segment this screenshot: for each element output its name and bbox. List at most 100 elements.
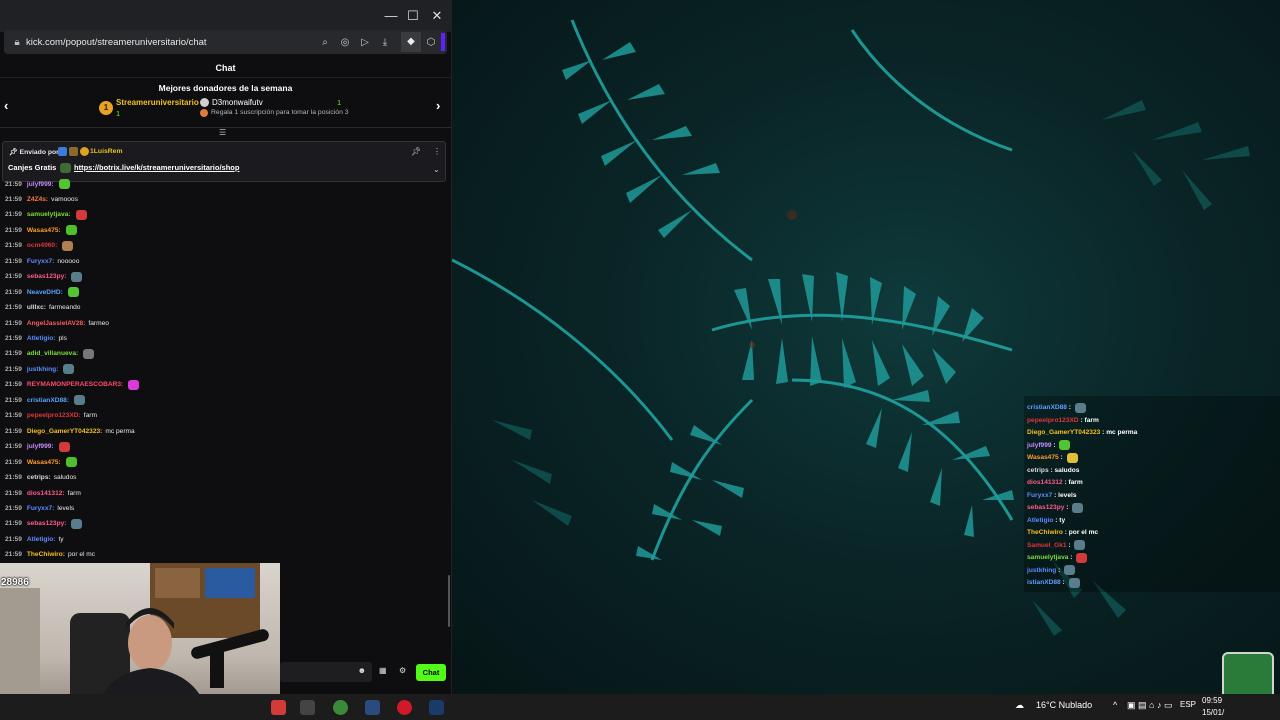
url-text[interactable]: kick.com/popout/streameruniversitario/ch… [26, 37, 315, 48]
overlay-username: cristianXD88 [1027, 404, 1067, 411]
emote-icon [1068, 577, 1080, 588]
message-username[interactable]: julyf999: [27, 443, 54, 450]
download-icon[interactable]: ⤓ [375, 37, 395, 48]
emote-icon [71, 518, 83, 529]
chat-message: 21:59 NeaveDHD: [5, 286, 79, 298]
chevron-up-icon[interactable]: ^ [1113, 700, 1117, 710]
message-username[interactable]: adid_villanueva: [27, 350, 78, 357]
message-username[interactable]: Wasas475: [27, 459, 61, 466]
scrollbar[interactable] [448, 575, 450, 627]
message-username[interactable]: Diego_GamerYT042323: [27, 428, 103, 435]
message-username[interactable]: cetrips: [27, 474, 51, 481]
message-text: saludos [53, 474, 77, 482]
gift-button-icon[interactable]: ▦ [379, 666, 387, 675]
chat-message: 21:59 Z4Z4s: vamooos [5, 193, 78, 205]
message-username[interactable]: sebas123py: [27, 520, 67, 527]
clock-date[interactable]: 15/01/ [1202, 708, 1224, 717]
message-username[interactable]: pepeelpro123XD: [27, 412, 81, 419]
overlay-chat-message: samuelytjava : [1027, 552, 1088, 563]
overlay-separator: : [1051, 441, 1058, 449]
badge-icon [69, 147, 78, 156]
message-time: 21:59 [5, 211, 22, 219]
second-donor-count: 1 [337, 98, 342, 107]
badge-icon [80, 147, 89, 156]
gear-icon[interactable]: ⚙ [399, 666, 406, 675]
address-bar[interactable]: 🔒︎ kick.com/popout/streameruniversitario… [4, 30, 447, 54]
overlay-chat-message: TheChiwiro : por el mc [1027, 527, 1098, 538]
tray-icons[interactable]: ▣ ▤ ⌂ ♪ ▭ [1127, 700, 1172, 711]
message-username[interactable]: Furyxx7: [27, 505, 55, 512]
drag-handle-icon[interactable]: ☰ [219, 128, 226, 137]
emoji-icon[interactable]: ☻ [358, 666, 366, 675]
app-icon[interactable] [300, 700, 315, 715]
minimize-button[interactable]: — [380, 6, 402, 26]
chat-input[interactable]: ☻ [280, 662, 372, 682]
more-options-icon[interactable]: ⋮ [433, 147, 441, 156]
extension-cube-icon[interactable]: ⬡ [421, 37, 441, 48]
weather-text[interactable]: 16°C Nublado [1036, 700, 1092, 710]
message-username[interactable]: Furyxx7: [27, 258, 55, 265]
message-username[interactable]: TheChiwiro: [27, 551, 65, 558]
message-username[interactable]: Atletigio: [27, 335, 56, 342]
chat-message: 21:59 Wasas475: [5, 224, 77, 236]
overlay-chat-message: Atletigio : ty [1027, 515, 1065, 526]
record-app-icon[interactable] [397, 700, 412, 715]
message-username[interactable]: julyf999: [27, 181, 54, 188]
message-username[interactable]: ulllxc: [27, 304, 46, 311]
cloud-icon: ☁ [1015, 700, 1024, 710]
message-username[interactable]: dios141312: [27, 490, 65, 497]
language-indicator[interactable]: ESP [1180, 700, 1196, 709]
message-username[interactable]: samuelytjava: [27, 211, 71, 218]
message-text: farm [67, 489, 81, 497]
second-donor-name[interactable]: D3monwaifutv [212, 98, 263, 107]
chat-message: 21:59 AngelJassielAV28: farmeo [5, 317, 109, 329]
chevron-down-icon[interactable]: ⌄ [433, 165, 440, 174]
chevron-right-icon[interactable]: › [436, 98, 440, 113]
close-button[interactable]: ✕ [426, 6, 448, 26]
steam-icon[interactable] [429, 700, 444, 715]
chat-message: 21:59 Atletigio: ty [5, 533, 64, 545]
message-username[interactable]: justkhing: [27, 366, 59, 373]
app-icon[interactable] [271, 700, 286, 715]
clock-time[interactable]: 09:59 [1202, 696, 1222, 705]
message-username[interactable]: Atletigio: [27, 536, 56, 543]
pin-icon[interactable]: 📌︎ [411, 147, 421, 156]
message-time: 21:59 [5, 535, 22, 543]
app-icon[interactable] [365, 700, 380, 715]
maximize-button[interactable]: ☐ [402, 6, 424, 26]
overlay-chat-message: cetrips : saludos [1027, 465, 1079, 476]
chat-message: 21:59 Diego_GamerYT042323: mc perma [5, 425, 135, 437]
message-username[interactable]: REYMAMONPERAESCOBAR3: [27, 381, 123, 388]
chat-message: 21:59 Furyxx7: levels [5, 502, 74, 514]
overlay-chat-message: dios141312 : farm [1027, 477, 1083, 488]
message-username[interactable]: Z4Z4s: [27, 196, 48, 203]
chevron-left-icon[interactable]: ‹ [4, 98, 8, 113]
overlay-username: justkhing [1027, 566, 1057, 574]
message-time: 21:59 [5, 257, 22, 265]
pinned-user[interactable]: 1LuisRem [90, 148, 122, 155]
overlay-chat-message: Diego_GamerYT042323 : mc perma [1027, 427, 1137, 438]
chrome-icon[interactable] [333, 700, 348, 715]
emote-icon [65, 225, 77, 236]
overlay-chat-message: Furyxx7 : levels [1027, 490, 1077, 501]
send-chat-button[interactable]: Chat [416, 664, 446, 681]
message-username[interactable]: cristianXD88: [27, 397, 69, 404]
message-username[interactable]: NeaveDHD: [27, 289, 63, 296]
message-username[interactable]: ocm4960: [27, 242, 57, 249]
message-text: farm [83, 412, 97, 420]
first-donor-name[interactable]: Streameruniversitario [116, 98, 199, 107]
emote-icon [1076, 552, 1088, 563]
pinned-link[interactable]: https://botrix.live/k/streameruniversita… [74, 163, 239, 172]
send-icon[interactable]: ▷ [355, 37, 375, 48]
message-username[interactable]: AngelJassielAV28: [27, 320, 86, 327]
pinned-label: Canjes Gratis [8, 163, 57, 172]
shield-icon[interactable]: ◎ [335, 37, 355, 48]
message-username[interactable]: sebas123py: [27, 273, 67, 280]
overlay-username: Atletigio [1027, 516, 1054, 524]
chat-message: 21:59 ulllxc: farmeando [5, 302, 80, 314]
message-username[interactable]: Wasas475: [27, 227, 61, 234]
zoom-icon[interactable]: ⌕ [315, 37, 335, 48]
message-time: 21:59 [5, 489, 22, 497]
chat-message: 21:59 cristianXD88: [5, 394, 86, 406]
extension-diamond-icon[interactable]: ◆ [401, 32, 421, 52]
